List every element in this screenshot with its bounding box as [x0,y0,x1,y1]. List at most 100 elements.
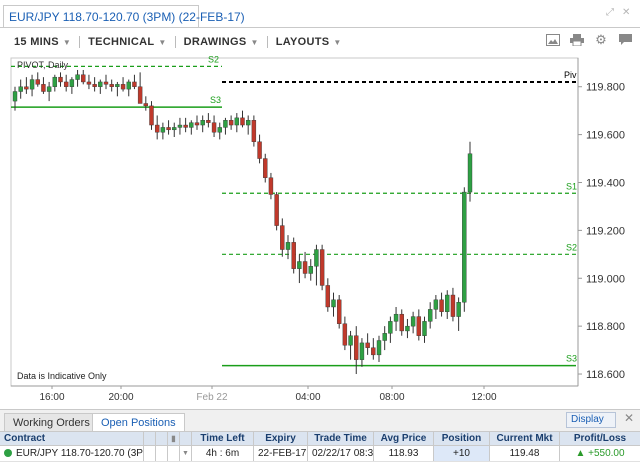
candle-body [29,79,35,90]
display-label: Display [571,414,604,425]
candle-body [388,321,393,334]
timeframe-dropdown[interactable]: 15 MINS ▼ [14,36,79,48]
candle-body [291,242,296,269]
candle-body [314,249,319,267]
contract-name: EUR/JPY 118.70-120.70 (3PM) [16,448,144,459]
candle-body [149,105,154,126]
candle-body [399,313,404,332]
candle-body [206,120,211,123]
y-tick-label: 118.800 [586,321,625,333]
chevron-down-icon: ▼ [250,37,259,47]
candle-body [439,299,444,312]
col-current-mkt[interactable]: Current Mkt [490,432,560,445]
close-icon[interactable]: ✕ [622,8,632,18]
candle-body [115,84,120,87]
chevron-down-icon: ▼ [333,37,342,47]
candle-body [257,141,262,159]
close-icon[interactable]: ✕ [624,411,634,425]
candle-body [268,177,274,195]
pl-value: +550.00 [588,448,625,459]
candle-body [467,153,473,193]
candle-body [325,285,331,308]
pivot-level-label: S2 [566,242,577,252]
candle-body [177,124,183,128]
price-chart[interactable]: 119.800 119.600 119.400 119.200 119.000 118.8… [8,54,634,406]
col-profit-loss[interactable]: Profit/Loss [560,432,640,445]
time-left-cell: 4h : 6m [192,446,254,461]
col-icon-4 [180,432,192,445]
candle-body [172,127,177,131]
chevron-down-icon: ▼ [158,37,167,47]
candle-body [336,299,342,324]
pl-arrow-icon: ▲ [575,448,586,459]
toolbar-actions: ⚙ [546,32,632,47]
disclaimer-text: Data is Indicative Only [17,371,107,381]
candle-body [126,81,131,90]
avg-price-cell: 118.93 [374,446,434,461]
x-tick-label: 12:00 [471,392,496,403]
candle-body [371,347,376,356]
pivot-level-label: S3 [566,354,577,364]
candle-body [200,120,205,126]
y-tick-label: 119.800 [586,82,625,94]
tab-working-orders[interactable]: Working Orders [4,413,99,432]
col-avg-price[interactable]: Avg Price [374,432,434,445]
tab-open-positions[interactable]: Open Positions [92,413,185,432]
play-icon [4,449,12,457]
candle-body [359,342,365,360]
candle-body [69,79,75,87]
candle-body [240,117,245,126]
candle-body [302,261,308,274]
candle-body [24,86,29,90]
col-expiry[interactable]: Expiry [254,432,308,445]
timeframe-label: 15 MINS [14,36,59,48]
candle-body [245,120,251,126]
drawings-dropdown[interactable]: DRAWINGS ▼ [184,36,267,48]
candle-body [98,81,103,87]
table-row[interactable]: EUR/JPY 118.70-120.70 (3PM) ▼ 4h : 6m 22… [0,446,640,462]
current-mkt-cell: 119.48 [490,446,560,461]
col-time-left[interactable]: Time Left [192,432,254,445]
row-icon-cell [156,446,168,461]
chart-toolbar: 15 MINS ▼ TECHNICAL ▼ DRAWINGS ▼ LAYOUTS… [0,32,640,52]
contract-cell[interactable]: EUR/JPY 118.70-120.70 (3PM) [0,446,144,461]
chevron-down-icon[interactable]: ▼ [180,446,192,461]
profit-loss-cell: ▲ +550.00 [560,446,640,461]
candle-body [132,81,137,87]
print-icon[interactable] [570,33,584,47]
chart-svg: 119.800 119.600 119.400 119.200 119.000 118.8… [10,54,625,403]
display-dropdown[interactable]: Display ▼ [566,412,616,438]
candle-body [183,124,188,128]
candle-body [120,84,126,90]
chevron-down-icon: ▼ [62,37,72,47]
technical-label: TECHNICAL [88,36,155,48]
comment-icon[interactable] [618,33,632,47]
x-tick-label: Feb 22 [196,392,228,403]
expand-icon[interactable]: ⤢ [606,8,616,18]
col-contract[interactable]: Contract [0,432,144,445]
col-trade-time[interactable]: Trade Time [308,432,374,445]
candle-body [75,74,80,80]
layouts-label: LAYOUTS [275,36,330,48]
x-tick-label: 04:00 [295,392,320,403]
candle-body [81,74,86,83]
candle-body [427,309,433,322]
toolbar-separator [266,36,268,48]
candle-body [456,302,461,317]
title-divider [0,27,640,28]
candle-body [450,294,456,317]
y-tick-label: 119.600 [586,130,625,142]
x-tick-label: 20:00 [108,392,133,403]
row-icon-cell [168,446,180,461]
col-position[interactable]: Position [434,432,490,445]
candle-body [263,158,268,178]
technical-dropdown[interactable]: TECHNICAL ▼ [88,36,174,48]
pivot-level-label: S3 [210,95,221,105]
candle-body [319,249,325,286]
layouts-dropdown[interactable]: LAYOUTS ▼ [276,36,350,48]
candle-body [308,266,313,274]
candle-body [63,81,69,87]
image-icon[interactable] [546,33,560,47]
gear-icon[interactable]: ⚙ [594,32,608,47]
window-title-tab[interactable]: EUR/JPY 118.70-120.70 (3PM) (22-FEB-17) [3,5,245,28]
